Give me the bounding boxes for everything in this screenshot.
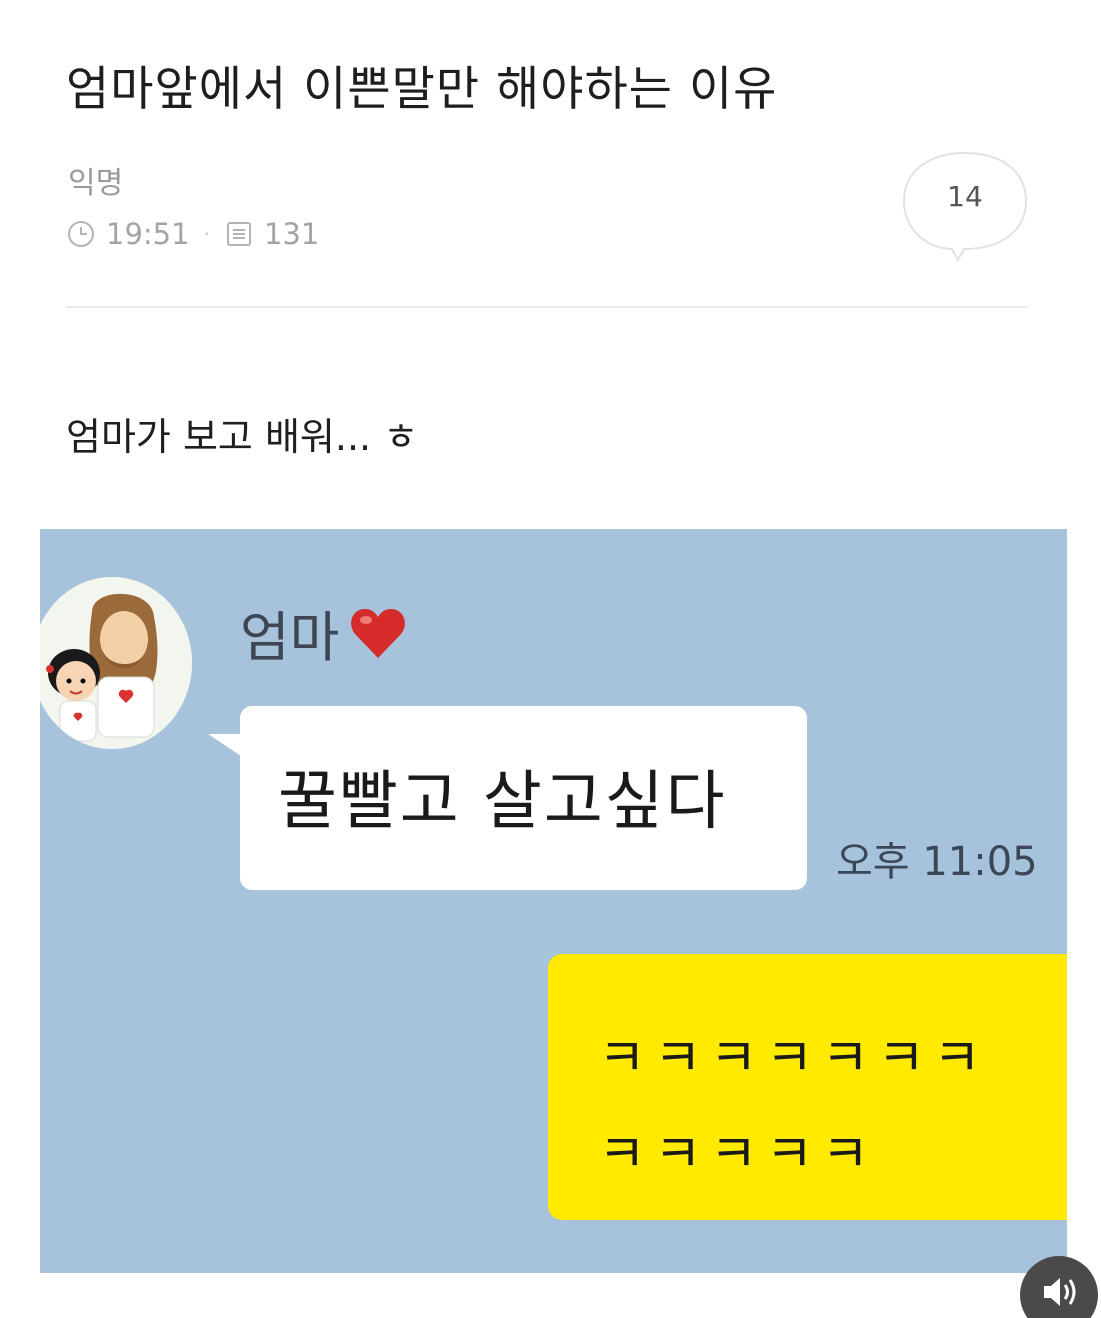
sender-name-text: 엄마 xyxy=(240,606,340,669)
post-body: 엄마가 보고 배워... ㅎ xyxy=(66,415,419,459)
clock-icon xyxy=(66,219,96,249)
sound-toggle-button[interactable] xyxy=(1020,1256,1098,1318)
outgoing-message-line: ㅋㅋㅋㅋㅋ xyxy=(598,1125,878,1185)
outgoing-message-bubble: ㅋㅋㅋㅋㅋㅋㅋ ㅋㅋㅋㅋㅋ xyxy=(548,954,1067,1220)
author-name: 익명 xyxy=(68,166,124,201)
meta-separator: · xyxy=(203,222,210,246)
comment-count: 14 xyxy=(947,180,983,213)
view-count: 131 xyxy=(263,217,320,251)
message-timestamp: 오후 11:05 xyxy=(836,839,1038,885)
post-title: 엄마앞에서 이쁜말만 해야하는 이유 xyxy=(66,62,778,117)
speaker-icon xyxy=(1044,1278,1076,1306)
heart-icon xyxy=(349,606,407,660)
profile-avatar xyxy=(40,577,192,749)
comment-count-button[interactable]: 14 xyxy=(902,150,1028,262)
sender-name: 엄마 xyxy=(240,593,407,672)
divider xyxy=(66,306,1028,308)
outgoing-message-line: ㅋㅋㅋㅋㅋㅋㅋ xyxy=(598,1029,989,1089)
document-icon xyxy=(224,219,254,249)
chat-screenshot: 엄마 꿀빨고 살고싶다 오후 11:05 ㅋㅋㅋㅋㅋㅋㅋ ㅋㅋㅋㅋㅋ xyxy=(40,529,1067,1273)
post-page: 엄마앞에서 이쁜말만 해야하는 이유 익명 19:51 · 131 14 엄마가… xyxy=(0,0,1101,1318)
incoming-message-text: 꿀빨고 살고싶다 xyxy=(278,765,727,839)
post-time: 19:51 xyxy=(106,217,190,251)
incoming-message-bubble: 꿀빨고 살고싶다 xyxy=(208,706,807,890)
post-meta: 19:51 · 131 xyxy=(66,214,319,254)
